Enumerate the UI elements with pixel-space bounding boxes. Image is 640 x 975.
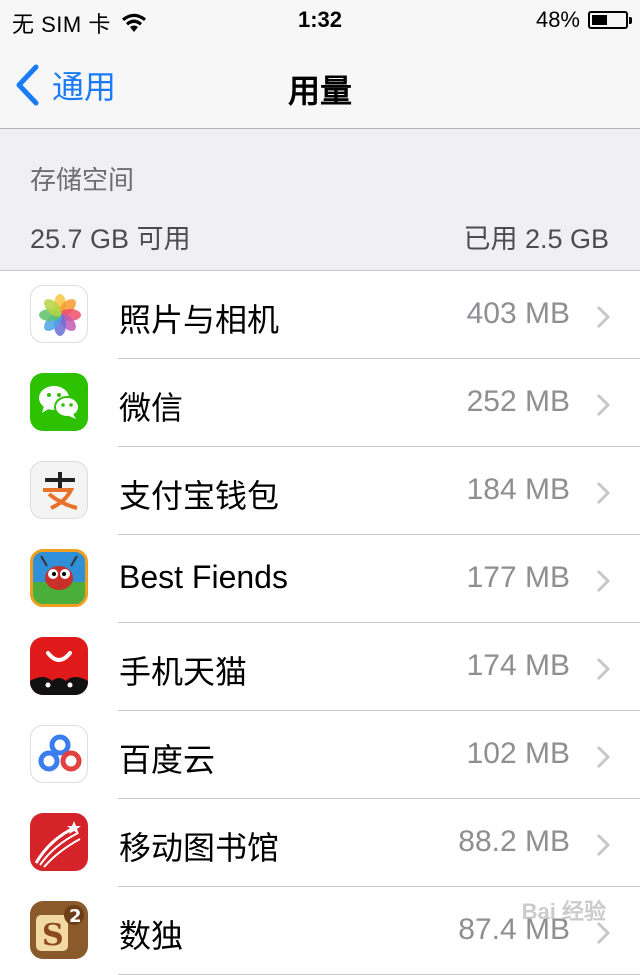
mobile-library-icon [30, 813, 88, 871]
app-row-best-fiends[interactable]: Best Fiends 177 MB [0, 535, 640, 623]
app-name: Best Fiends [119, 559, 288, 595]
chevron-right-icon [596, 745, 610, 769]
storage-header: 存储空间 [30, 165, 135, 195]
app-row-wechat[interactable]: 微信 252 MB [0, 359, 640, 447]
app-size: 174 MB [466, 649, 570, 682]
svg-text:S: S [42, 918, 64, 953]
app-name: 手机天猫 [119, 654, 248, 690]
app-size: 184 MB [466, 473, 570, 506]
status-bar: 无 SIM 卡 1:32 48% [0, 0, 640, 40]
app-size: 177 MB [466, 561, 570, 594]
battery-percent: 48% [535, 7, 580, 32]
storage-available: 25.7 GB 可用 [30, 224, 191, 254]
chevron-right-icon [596, 657, 610, 681]
app-row-alipay[interactable]: 支付宝钱包 184 MB [0, 447, 640, 535]
app-name: 照片与相机 [119, 302, 280, 338]
app-row-mobile-library[interactable]: 移动图书馆 88.2 MB [0, 799, 640, 887]
app-size: 252 MB [466, 385, 570, 418]
app-name: 微信 [119, 390, 184, 426]
alipay-icon [30, 461, 88, 519]
sudoku-icon: S 2 [30, 901, 88, 959]
baidu-cloud-icon [30, 725, 88, 783]
status-right: 48% [535, 7, 632, 33]
app-row-tmall[interactable]: 手机天猫 174 MB [0, 623, 640, 711]
battery-icon [588, 11, 632, 29]
app-name: 移动图书馆 [119, 830, 280, 866]
chevron-right-icon [596, 833, 610, 857]
app-name: 支付宝钱包 [119, 478, 280, 514]
storage-used: 已用 2.5 GB [463, 224, 609, 254]
app-size: 403 MB [466, 297, 570, 330]
app-name: 百度云 [119, 742, 216, 778]
photos-icon [30, 285, 88, 343]
tmall-icon [30, 637, 88, 695]
page-title: 用量 [287, 73, 352, 109]
navigation-bar: 通用 用量 [0, 40, 640, 129]
battery-fill [592, 15, 608, 25]
chevron-right-icon [596, 481, 610, 505]
app-size: 102 MB [466, 737, 570, 770]
best-fiends-icon [30, 549, 88, 607]
app-row-photos[interactable]: 照片与相机 403 MB [0, 271, 640, 359]
chevron-right-icon [596, 393, 610, 417]
app-name: 数独 [119, 918, 184, 954]
chevron-right-icon [596, 569, 610, 593]
app-size: 88.2 MB [458, 825, 570, 858]
svg-text:2: 2 [69, 906, 82, 927]
storage-section: 存储空间 25.7 GB 可用 已用 2.5 GB [0, 129, 640, 271]
app-row-baidu-cloud[interactable]: 百度云 102 MB [0, 711, 640, 799]
app-usage-list: 照片与相机 403 MB 微信 252 MB 支付宝钱包 184 MB Best… [0, 271, 640, 975]
wechat-icon [30, 373, 88, 431]
chevron-right-icon [596, 305, 610, 329]
watermark: Bai 经验 [521, 899, 606, 924]
